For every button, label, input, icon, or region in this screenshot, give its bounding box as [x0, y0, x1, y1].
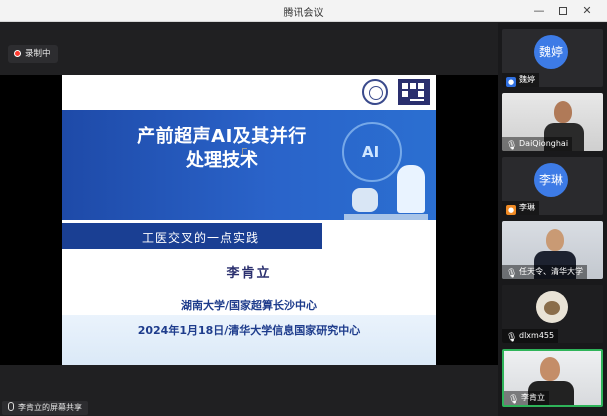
- record-dot-icon: [14, 50, 21, 57]
- slide-author: 李肯立: [226, 266, 272, 281]
- slide-subtitle: 工医交叉的一点实践: [142, 231, 260, 245]
- participant-name-bar: 🎙 DaiQionghai: [502, 137, 573, 151]
- slide-title-line2: 处理技术: [186, 150, 258, 171]
- recording-indicator[interactable]: 录制中: [8, 45, 58, 63]
- participant-name: dlxm455: [519, 331, 555, 340]
- main-stage: 录制中 AI 产前超声AI及其并行 处理技术 工医交叉的一点实践 李肯立 湖南大…: [0, 23, 498, 400]
- title-bar: 腾讯会议 — ✕: [0, 0, 607, 22]
- avatar: 魏婷: [534, 35, 568, 69]
- participant-name: 李肯立: [521, 393, 545, 402]
- participant-tile[interactable]: 🎙 dlxm455: [502, 285, 603, 343]
- participant-name: 任天令、清华大学: [519, 267, 583, 276]
- university-seal-icon: [362, 79, 388, 105]
- participants-panel: 魏婷 ● 魏婷 🎙 DaiQionghai 李琳 ● 李琳 🎙 任天令、清华大学…: [498, 23, 607, 416]
- participant-name-bar: 🎙 dlxm455: [502, 329, 559, 343]
- user-icon: ●: [506, 205, 516, 215]
- maximize-button[interactable]: [552, 2, 574, 20]
- participant-name-bar: ● 魏婷: [502, 73, 539, 87]
- presentation-slide: AI 产前超声AI及其并行 处理技术 工医交叉的一点实践 李肯立 湖南大学/国家…: [62, 75, 436, 365]
- slide-title-line1: 产前超声AI及其并行: [137, 126, 307, 147]
- minimize-button[interactable]: —: [528, 2, 550, 20]
- participant-tile[interactable]: 🎙 任天令、清华大学: [502, 221, 603, 279]
- participant-tile[interactable]: 魏婷 ● 魏婷: [502, 29, 603, 87]
- participant-name-bar: 🎙 李肯立: [504, 391, 549, 405]
- participant-tile-active-speaker[interactable]: 🎙 李肯立: [502, 349, 603, 407]
- recording-label: 录制中: [25, 49, 51, 59]
- mic-icon: 🎙: [506, 333, 518, 343]
- shared-screen: AI 产前超声AI及其并行 处理技术 工医交叉的一点实践 李肯立 湖南大学/国家…: [0, 75, 498, 365]
- participant-name-bar: ● 李琳: [502, 201, 539, 215]
- participant-name: 李琳: [519, 203, 535, 212]
- slide-affiliation: 湖南大学/国家超算长沙中心: [180, 299, 318, 312]
- window-title: 腾讯会议: [283, 8, 324, 19]
- doctor-illustration: [397, 165, 425, 213]
- status-bar: 李肯立的屏幕共享: [0, 400, 498, 416]
- screen-share-indicator[interactable]: 李肯立的屏幕共享: [2, 401, 88, 415]
- mic-icon: 🎙: [506, 141, 518, 151]
- maximize-icon: [559, 7, 567, 15]
- robot-illustration: [352, 188, 378, 212]
- avatar: 李琳: [534, 163, 568, 197]
- participant-name: DaiQionghai: [519, 139, 569, 148]
- supercomputing-logo-icon: [398, 79, 430, 105]
- screen-share-label: 李肯立的屏幕共享: [18, 403, 82, 412]
- slide-title-banner: AI 产前超声AI及其并行 处理技术 工医交叉的一点实践: [62, 110, 436, 249]
- mouse-cursor-icon: [242, 148, 247, 155]
- ai-graphic-text: AI: [362, 143, 380, 161]
- user-icon: ●: [506, 77, 516, 87]
- slide-date-venue: 2024年1月18日/清华大学信息国家研究中心: [137, 324, 361, 337]
- mic-icon: [8, 402, 14, 411]
- meeting-window: 腾讯会议 — ✕ 录制中 AI 产前超声AI及其并行 处理技术 工医交叉的一点实…: [0, 0, 607, 416]
- mic-icon: 🎙: [506, 269, 518, 279]
- close-button[interactable]: ✕: [576, 2, 598, 20]
- mic-icon: 🎙: [508, 395, 520, 405]
- bed-illustration: [344, 214, 428, 220]
- participant-tile[interactable]: 李琳 ● 李琳: [502, 157, 603, 215]
- participant-name-bar: 🎙 任天令、清华大学: [502, 265, 587, 279]
- participant-tile[interactable]: 🎙 DaiQionghai: [502, 93, 603, 151]
- participant-name: 魏婷: [519, 75, 535, 84]
